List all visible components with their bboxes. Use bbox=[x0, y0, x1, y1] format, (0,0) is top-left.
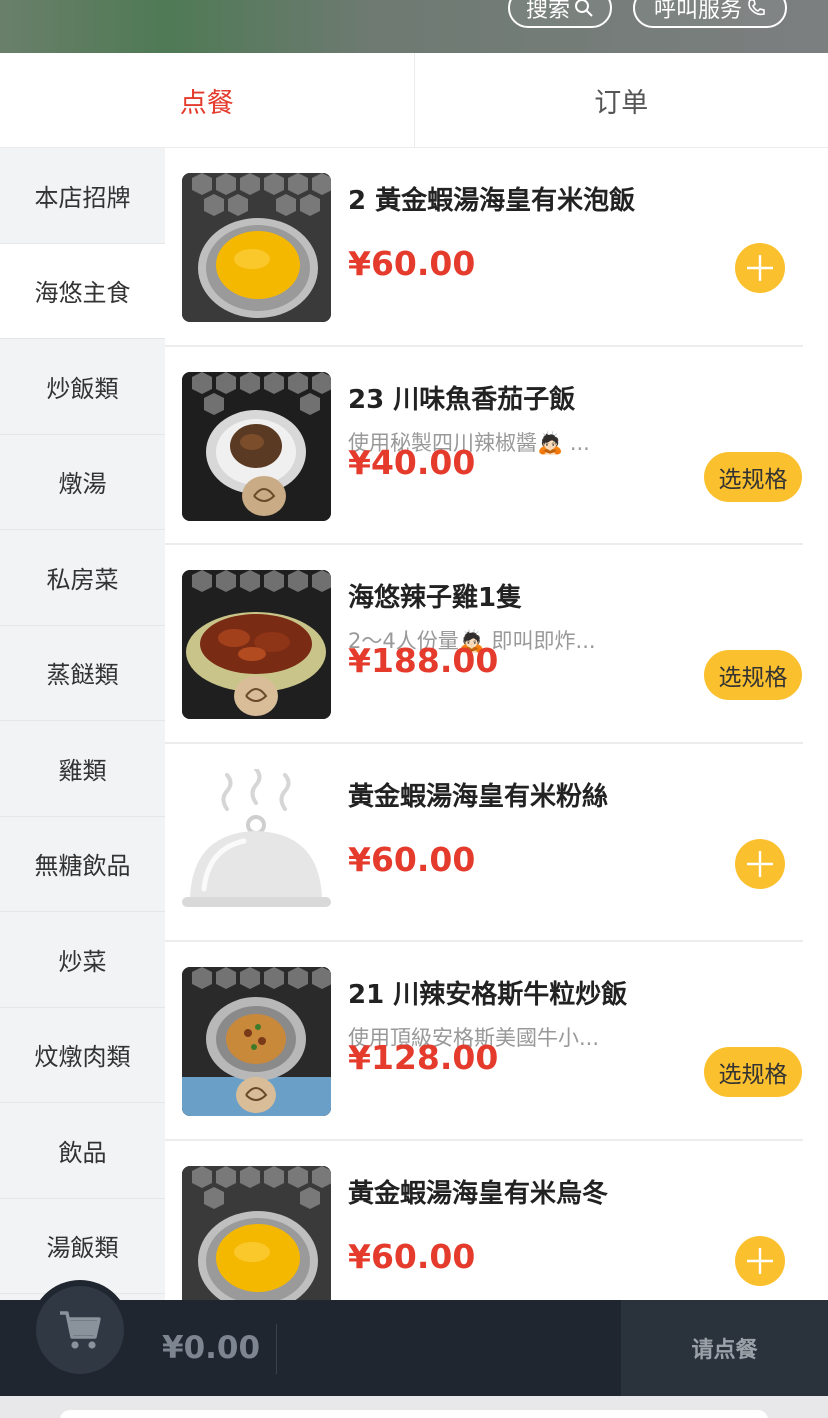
plus-icon bbox=[747, 1247, 773, 1274]
add-to-cart-button[interactable] bbox=[735, 1235, 785, 1286]
phone-icon bbox=[748, 0, 765, 16]
select-spec-button[interactable]: 选规格 bbox=[704, 451, 802, 502]
product-name: 黃金蝦湯海皇有米烏冬 bbox=[348, 1178, 609, 1209]
sidebar-item-staples[interactable]: 海悠主食 bbox=[0, 243, 165, 339]
select-spec-button[interactable]: 选规格 bbox=[704, 1047, 802, 1097]
product-item[interactable]: 21 川辣安格斯牛粒炒飯 使用頂級安格斯美國牛小... ¥128.00 选规格 bbox=[165, 942, 803, 1141]
beef-fried-rice-photo[interactable] bbox=[182, 967, 331, 1116]
cart-button[interactable] bbox=[30, 1280, 130, 1380]
sidebar-item-steamed[interactable]: 蒸餸類 bbox=[0, 625, 165, 721]
checkout-button[interactable]: 请点餐 bbox=[621, 1300, 828, 1396]
sidebar-item-chicken[interactable]: 雞類 bbox=[0, 721, 165, 817]
shopping-cart-icon bbox=[60, 1311, 101, 1349]
product-item[interactable]: 海悠辣子雞1隻 2～4人份量🙇🏻 即叫即炸... ¥188.00 选规格 bbox=[165, 545, 803, 744]
call-service-label: 呼叫服务 bbox=[653, 0, 742, 23]
tab-order-food[interactable]: 点餐 bbox=[0, 53, 414, 147]
product-price: ¥60.00 bbox=[348, 1236, 476, 1276]
eggplant-rice-photo[interactable] bbox=[182, 371, 331, 521]
golden-soup-udon-photo[interactable] bbox=[182, 1165, 331, 1300]
product-item[interactable]: 黃金蝦湯海皇有米烏冬 ¥60.00 bbox=[165, 1141, 803, 1300]
product-item[interactable]: 黃金蝦湯海皇有米粉絲 ¥60.00 bbox=[165, 744, 803, 942]
search-button[interactable]: 搜索 bbox=[508, 0, 612, 28]
product-name: 黃金蝦湯海皇有米粉絲 bbox=[348, 781, 609, 812]
product-list: 2 黃金蝦湯海皇有米泡飯 ¥60.00 23 川味魚香茄子飯 使用秘製四川辣椒醬… bbox=[165, 148, 828, 1300]
main-tabs: 点餐 订单 bbox=[0, 53, 828, 148]
tab-orders[interactable]: 订单 bbox=[413, 53, 828, 147]
add-to-cart-button[interactable] bbox=[735, 243, 785, 293]
category-sidebar: 本店招牌 海悠主食 炒飯類 燉湯 私房菜 蒸餸類 雞類 無糖飲品 炒菜 炆燉肉類… bbox=[0, 148, 165, 1300]
product-item[interactable]: 2 黃金蝦湯海皇有米泡飯 ¥60.00 bbox=[165, 148, 803, 347]
plus-icon bbox=[747, 850, 773, 877]
product-name: 23 川味魚香茄子飯 bbox=[348, 384, 576, 415]
spicy-chicken-photo[interactable] bbox=[182, 570, 331, 719]
select-spec-button[interactable]: 选规格 bbox=[704, 650, 802, 700]
product-price: ¥188.00 bbox=[348, 641, 499, 680]
search-label: 搜索 bbox=[526, 0, 571, 23]
product-price: ¥60.00 bbox=[348, 244, 476, 283]
divider bbox=[276, 1324, 277, 1374]
product-name: 海悠辣子雞1隻 bbox=[348, 583, 523, 613]
sidebar-item-private-dishes[interactable]: 私房菜 bbox=[0, 530, 165, 626]
sidebar-item-signature[interactable]: 本店招牌 bbox=[0, 148, 165, 244]
plus-icon bbox=[747, 255, 773, 281]
product-price: ¥40.00 bbox=[348, 442, 476, 482]
search-icon bbox=[575, 0, 593, 17]
sidebar-item-fried-rice[interactable]: 炒飯類 bbox=[0, 339, 165, 435]
product-name: 21 川辣安格斯牛粒炒飯 bbox=[348, 980, 628, 1010]
placeholder-cloche-image[interactable] bbox=[182, 768, 331, 918]
product-price: ¥60.00 bbox=[348, 839, 476, 879]
cart-total: ¥0.00 bbox=[162, 1330, 261, 1366]
call-service-button[interactable]: 呼叫服务 bbox=[633, 0, 787, 28]
sidebar-item-stir-fry[interactable]: 炒菜 bbox=[0, 912, 165, 1008]
footer-pill bbox=[60, 1410, 768, 1418]
golden-soup-rice-photo[interactable] bbox=[182, 173, 331, 322]
product-price: ¥128.00 bbox=[348, 1038, 499, 1077]
cart-bar: ¥0.00 请点餐 bbox=[0, 1280, 828, 1396]
sidebar-item-stewed-soup[interactable]: 燉湯 bbox=[0, 434, 165, 530]
sidebar-item-drinks[interactable]: 飲品 bbox=[0, 1103, 165, 1199]
product-name: 2 黃金蝦湯海皇有米泡飯 bbox=[348, 186, 636, 216]
sidebar-item-braised-meat[interactable]: 炆燉肉類 bbox=[0, 1007, 165, 1103]
header-banner: 搜索 呼叫服务 bbox=[0, 0, 828, 53]
add-to-cart-button[interactable] bbox=[735, 838, 785, 889]
product-item[interactable]: 23 川味魚香茄子飯 使用秘製四川辣椒醬🙇🏻 ... ¥40.00 选规格 bbox=[165, 347, 803, 545]
sidebar-item-sugar-free-drinks[interactable]: 無糖飲品 bbox=[0, 816, 165, 912]
